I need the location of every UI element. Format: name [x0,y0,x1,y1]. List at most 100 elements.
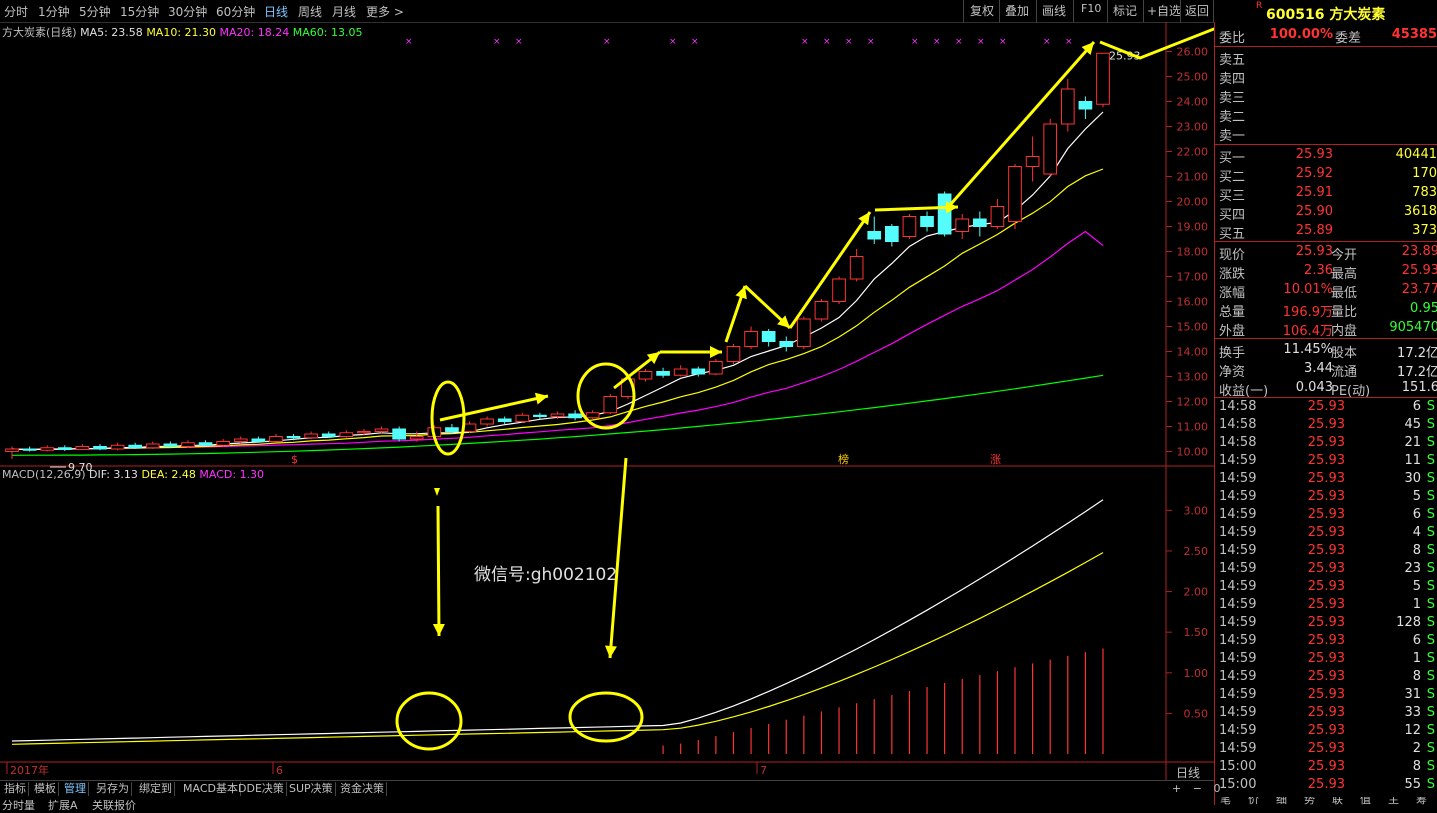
period-daily[interactable]: 日线 [264,3,288,20]
candle [1060,88,1075,125]
tab-extend-a[interactable]: 扩展A [48,797,78,813]
period-weekly[interactable]: 周线 [298,3,322,20]
tick-side: S [1426,705,1435,720]
fuquan-button[interactable]: 复权 [970,2,994,19]
signal-marker: × [669,37,677,47]
period-5min[interactable]: 5分钟 [79,3,111,20]
candle [1078,101,1093,110]
zoom-in-icon[interactable]: + [1172,782,1181,795]
price-tick-label: 14.00 [1177,346,1209,359]
candle [515,414,530,422]
tab-indicator[interactable]: 指标 [2,782,29,796]
tick-time: 15:00 [1219,777,1257,792]
period-fenshi[interactable]: 分时 [4,3,28,20]
tick-price: 25.93 [1307,597,1345,612]
draw-line-button[interactable]: 画线 [1042,2,1066,19]
marker-triangle [434,488,440,496]
buy-3-row[interactable]: 买三 25.91 783 [1217,185,1437,204]
sell-1-row[interactable]: 卖一 [1217,125,1437,144]
weibi-value: 100.00% [1269,27,1333,42]
right-tab[interactable]: 联 [1332,797,1343,805]
tick-row: 14:59 25.93 8 S [1217,669,1437,687]
candle [920,216,934,227]
tick-price: 25.93 [1307,489,1345,504]
sell-4-row[interactable]: 卖四 [1217,68,1437,87]
signal-marker: × [493,37,501,47]
zoom-controls[interactable]: + − 0 [1172,782,1220,795]
right-tab[interactable]: 势 [1304,797,1315,805]
tick-side: S [1426,669,1435,684]
tick-time: 14:59 [1219,723,1257,738]
f10-button[interactable]: F10 [1081,2,1101,15]
tick-side: S [1426,489,1435,504]
candle [568,413,582,419]
candle [251,438,266,442]
right-tab[interactable]: 笔 [1220,797,1231,805]
sell-3-row[interactable]: 卖三 [1217,87,1437,106]
top-toolbar: 分时 1分钟 5分钟 15分钟 30分钟 60分钟 日线 周线 月线 更多 > … [0,0,1437,23]
tick-price: 25.93 [1307,615,1345,630]
tick-price: 25.93 [1307,507,1345,522]
period-15min[interactable]: 15分钟 [120,3,159,20]
overlay-button[interactable]: 叠加 [1005,2,1029,19]
tab-save-as[interactable]: 另存为 [94,782,132,796]
period-more[interactable]: 更多 > [366,3,404,20]
weibi-row: 委比 100.00% 委差 45385 [1217,27,1437,46]
buy-4-row[interactable]: 买四 25.90 3618 [1217,204,1437,223]
buy-5-row[interactable]: 买五 25.89 373 [1217,223,1437,242]
right-tab[interactable]: 值 [1360,797,1371,805]
tab-related-quote[interactable]: 关联报价 [92,797,136,813]
right-tab[interactable]: 价 [1248,797,1259,805]
mark-button[interactable]: 标记 [1113,2,1137,19]
tick-volume: 33 [1404,705,1421,720]
date-label: 6 [276,764,283,777]
macd-tick-label: 0.50 [1184,707,1209,720]
tab-minute-volume[interactable]: 分时量 [2,797,35,813]
tab-sup[interactable]: SUP决策 [287,782,336,796]
buy-2-row[interactable]: 买二 25.92 170 [1217,166,1437,185]
buy-1-row[interactable]: 买一 25.93 40441 [1217,147,1437,166]
period-1min[interactable]: 1分钟 [38,3,70,20]
add-watchlist-button[interactable]: +自选 [1147,2,1181,19]
sell-2-row[interactable]: 卖二 [1217,106,1437,125]
quote-row: 外盘 106.4万 内盘 905470 [1217,320,1437,339]
tick-side: S [1426,543,1435,558]
buy-price: 25.92 [1295,166,1333,181]
fundamental-label: 股本 [1331,346,1358,361]
price-tick-label: 18.00 [1177,246,1209,259]
candle [22,448,37,451]
quote-panel: 委比 100.00% 委差 45385 卖五 卖四 卖三 卖二 卖一 买一 25.… [1214,22,1437,805]
back-button[interactable]: 返回 [1185,2,1209,19]
tab-bind-to[interactable]: 绑定到 [137,782,175,796]
period-30min[interactable]: 30分钟 [168,3,207,20]
candle [902,216,917,237]
signal-marker: × [933,37,941,47]
zoom-reset-label[interactable]: 0 [1213,782,1220,795]
tick-side: S [1426,633,1435,648]
sell-label: 卖三 [1219,91,1246,106]
right-tab[interactable]: 细 [1276,797,1287,805]
right-tab[interactable]: 筹 [1416,797,1427,805]
tab-macd-basic[interactable]: MACD基本 [181,782,241,796]
sell-5-row[interactable]: 卖五 [1217,49,1437,68]
candle [163,443,178,447]
date-label: 7 [760,764,767,777]
tab-fund-decision[interactable]: 资金决策 [338,782,387,796]
price-tick-label: 24.00 [1177,96,1209,109]
period-monthly[interactable]: 月线 [332,3,356,20]
tick-price: 25.93 [1307,417,1345,432]
period-60min[interactable]: 60分钟 [216,3,255,20]
signal-marker: × [801,37,809,47]
quote-value: 0.95 [1410,301,1437,316]
tab-template[interactable]: 模板 [32,782,59,796]
candle [357,431,371,434]
tick-side: S [1426,417,1435,432]
quote-label: 总量 [1219,305,1246,320]
tab-manage[interactable]: 管理 [62,782,89,796]
right-tab[interactable]: 主 [1388,797,1399,805]
trend-arrow-head [858,212,870,226]
zoom-out-icon[interactable]: − [1193,782,1202,795]
tick-time: 14:59 [1219,597,1257,612]
tab-dde[interactable]: DDE决策 [236,782,287,796]
kline-chart[interactable]: 方大炭素(日线) MA5: 23.58 MA10: 21.30 MA20: 18… [0,22,1214,782]
